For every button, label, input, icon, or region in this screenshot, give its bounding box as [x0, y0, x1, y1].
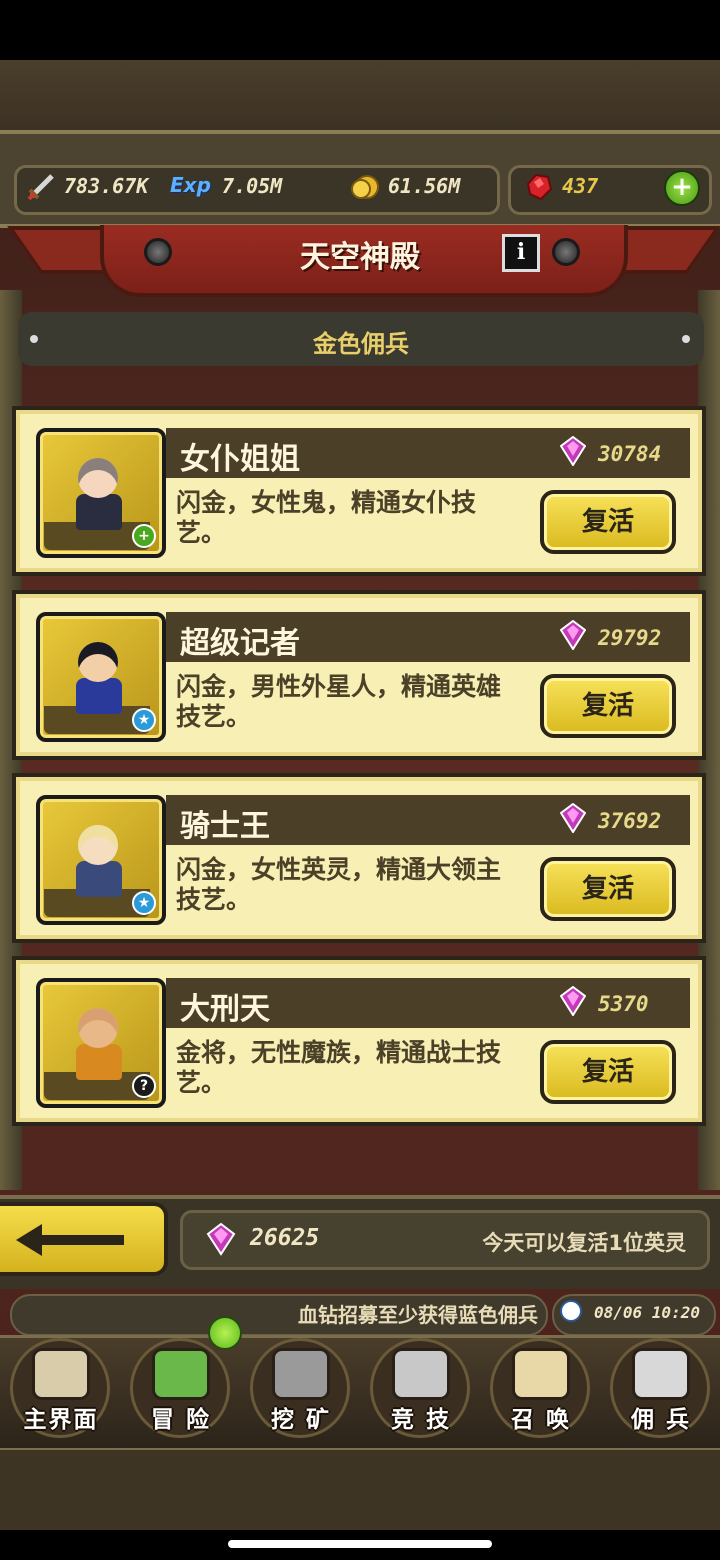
hero-body	[76, 678, 122, 714]
section-title: 金色佣兵	[313, 330, 409, 358]
hero-body	[76, 494, 122, 530]
nav-item[interactable]: 主界面	[2, 1330, 120, 1440]
arrow-left-icon	[16, 1224, 124, 1256]
tent-icon	[632, 1348, 690, 1400]
revive-button[interactable]: 复活	[540, 674, 676, 738]
sword-icon	[27, 174, 54, 201]
rank-badge-icon: ?	[132, 1074, 156, 1098]
nav-label: 挖 矿	[270, 1407, 331, 1433]
hero-card[interactable]: + 女仆姐姐 30784 闪金，女性鬼，精通女仆技艺。 复活	[12, 406, 706, 576]
hero-card[interactable]: ? 大刑天 5370 金将，无性魔族，精通战士技艺。 复活	[12, 956, 706, 1126]
nav-item[interactable]: 竞 技	[362, 1330, 480, 1440]
pickaxe-icon	[272, 1348, 330, 1400]
rank-badge-icon: ★	[132, 708, 156, 732]
nav-label: 竞 技	[390, 1407, 451, 1433]
gem-icon	[560, 803, 586, 833]
revive-price: 29792	[598, 626, 662, 650]
revive-button[interactable]: 复活	[540, 1040, 676, 1104]
hero-description: 闪金，女性鬼，精通女仆技艺。	[176, 488, 477, 547]
hero-name: 骑士王	[180, 809, 270, 844]
gem-icon	[560, 986, 586, 1016]
hero-card[interactable]: ★ 超级记者 29792 闪金，男性外星人，精通英雄技艺。 复活	[12, 590, 706, 760]
hero-portrait[interactable]: +	[36, 428, 166, 558]
page-title: 天空神殿	[300, 240, 420, 275]
gem-balance: 26625	[250, 1225, 320, 1251]
exp-value: 7.05M	[222, 174, 283, 198]
nav-label: 冒 险	[150, 1407, 211, 1433]
hero-head	[78, 1008, 118, 1048]
nav-label: 佣 兵	[630, 1407, 691, 1433]
map-scroll-icon	[32, 1348, 90, 1400]
hero-name: 大刑天	[180, 992, 270, 1027]
gem-icon	[560, 620, 586, 650]
hero-head	[78, 642, 118, 682]
home-indicator[interactable]	[228, 1540, 492, 1548]
add-ruby-button[interactable]: +	[664, 170, 700, 206]
revive-price: 30784	[598, 442, 662, 466]
clock-icon	[560, 1300, 582, 1322]
island-icon	[152, 1348, 210, 1400]
nav-item[interactable]: 佣 兵	[602, 1330, 720, 1440]
back-button[interactable]	[0, 1202, 168, 1276]
revive-price: 37692	[598, 809, 662, 833]
revive-price: 5370	[598, 992, 649, 1016]
nav-label: 主界面	[23, 1407, 99, 1433]
hero-description: 闪金，男性外星人，精通英雄技艺。	[176, 672, 502, 731]
notification-dot	[208, 1316, 242, 1350]
top-background	[0, 60, 720, 140]
rank-badge-icon: ★	[132, 891, 156, 915]
hero-body	[76, 861, 122, 897]
hero-description: 金将，无性魔族，精通战士技艺。	[176, 1038, 502, 1097]
hero-name: 超级记者	[180, 626, 300, 661]
hero-body	[76, 1044, 122, 1080]
rank-badge-icon: +	[132, 524, 156, 548]
marquee-text: 血钻招募至少获得蓝色佣兵	[298, 1303, 538, 1327]
hero-portrait[interactable]: ?	[36, 978, 166, 1108]
revive-button[interactable]: 复活	[540, 490, 676, 554]
exp-icon: Exp	[170, 173, 211, 197]
ruby-value: 437	[562, 174, 599, 198]
bottom-background	[0, 1450, 720, 1530]
gem-icon	[560, 436, 586, 466]
hero-head	[78, 458, 118, 498]
coin-icon	[351, 175, 379, 199]
clock-time: 08/06 10:20	[594, 1303, 700, 1322]
nav-item[interactable]: 挖 矿	[242, 1330, 360, 1440]
gold-value: 61.56M	[388, 174, 461, 198]
scroll-icon	[512, 1348, 570, 1400]
hero-card[interactable]: ★ 骑士王 37692 闪金，女性英灵，精通大领主技艺。 复活	[12, 773, 706, 943]
hero-portrait[interactable]: ★	[36, 795, 166, 925]
hero-portrait[interactable]: ★	[36, 612, 166, 742]
revive-limit-note: 今天可以复活1位英灵	[482, 1231, 686, 1255]
info-button[interactable]: i	[502, 234, 540, 272]
gem-icon	[206, 1222, 236, 1256]
revive-button[interactable]: 复活	[540, 857, 676, 921]
nav-label: 召 唤	[510, 1407, 571, 1433]
ruby-icon	[526, 173, 553, 201]
crossed-swords-icon	[392, 1348, 450, 1400]
hero-name: 女仆姐姐	[180, 442, 300, 477]
hero-description: 闪金，女性英灵，精通大领主技艺。	[176, 855, 502, 914]
hero-head	[78, 825, 118, 865]
nav-item[interactable]: 召 唤	[482, 1330, 600, 1440]
power-value: 783.67K	[64, 174, 149, 198]
